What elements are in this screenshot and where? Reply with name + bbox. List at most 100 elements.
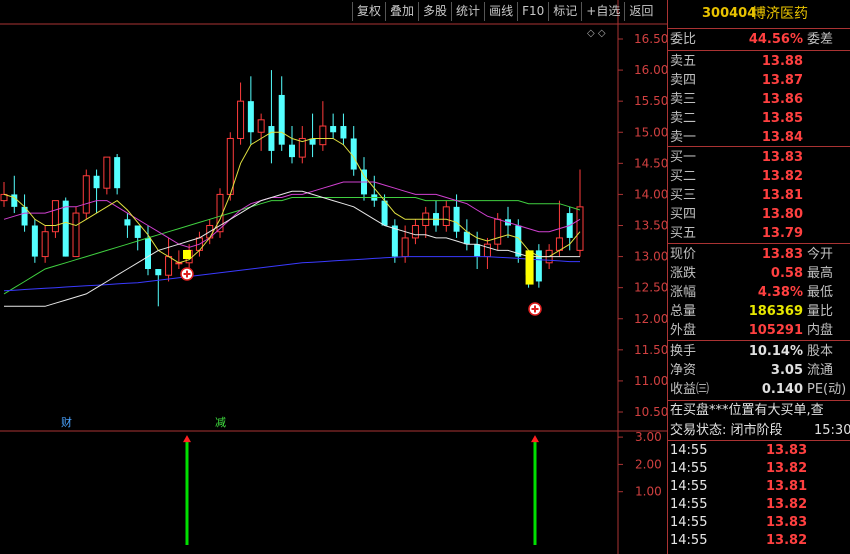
stat-label-2: 最高 (807, 266, 834, 281)
stat-label: 涨跌 (670, 266, 697, 281)
ask-label: 卖一 (670, 130, 697, 145)
ask-price: 13.84 (761, 130, 803, 145)
tick-row: 14:55 13.83 (670, 442, 850, 460)
candle-body (401, 237, 409, 258)
alert-message: 在买盘***位置有大买单,查 (670, 403, 824, 418)
kline-chart[interactable]: 16.50 16.00 15.50 15.00 14.50 14.00 13.50 13.00… (0, 0, 667, 554)
bid-price: 13.81 (761, 188, 803, 203)
ask-row[interactable]: 卖五 13.88 (670, 52, 850, 71)
price-tick-label: 13.00 (634, 250, 667, 264)
ask-price: 13.85 (761, 111, 803, 126)
highlight-marker (525, 250, 534, 285)
price-tick-label: 15.50 (634, 94, 667, 108)
stat-row: 净资 3.05 流通 (670, 361, 850, 380)
candle-body (257, 119, 265, 133)
ask-label: 卖三 (670, 92, 697, 107)
price-tick-label: 16.50 (634, 32, 667, 46)
ask-price: 13.86 (761, 92, 803, 107)
stat-value: 4.38% (757, 285, 803, 300)
mark-button[interactable]: 标记 (548, 2, 581, 21)
weibi-row: 委比 44.56% 委差 (670, 30, 850, 49)
fuquan-button[interactable]: 复权 (352, 2, 385, 21)
ask-row[interactable]: 卖一 13.84 (670, 128, 850, 147)
candle-body (381, 200, 388, 226)
stat-row: 涨跌 0.58 最高 (670, 264, 850, 283)
candle-body (103, 156, 111, 189)
reduce-badge[interactable]: 减 (214, 416, 227, 429)
stat-row: 外盘 105291 内盘 (670, 321, 850, 340)
price-tick-label: 11.50 (634, 343, 667, 357)
bid-row[interactable]: 买四 13.80 (670, 205, 850, 224)
ask-row[interactable]: 卖三 13.86 (670, 90, 850, 109)
tick-price: 13.83 (766, 515, 808, 530)
candle-body (134, 225, 141, 238)
stat-row: 现价 13.83 今开 (670, 245, 850, 264)
candle-body (483, 243, 491, 258)
bid-price: 13.80 (761, 207, 803, 222)
price-tick-label: 12.50 (634, 281, 667, 295)
signal-arrow-icon (183, 435, 191, 443)
stat-row: 换手 10.14% 股本 (670, 342, 850, 361)
highlight-marker (183, 250, 191, 259)
diamond-icon[interactable]: ◇ ◇ (587, 28, 606, 39)
bid-row[interactable]: 买一 13.83 (670, 148, 850, 167)
stock-header: 300404 博济医药 (668, 0, 850, 28)
ask-label: 卖四 (670, 73, 697, 88)
stat-label-2: 最低 (807, 285, 834, 300)
candle-body (391, 225, 398, 257)
stat-label: 现价 (670, 247, 697, 262)
candle-body (340, 126, 347, 139)
statistics-button[interactable]: 统计 (451, 2, 484, 21)
trade-status-label: 交易状态: 闭市阶段 (670, 423, 783, 438)
ask-row[interactable]: 卖二 13.85 (670, 109, 850, 128)
candle-body (442, 206, 450, 227)
candle-body (165, 256, 173, 276)
stat-value: 10.14% (748, 344, 803, 359)
candle-body (247, 101, 254, 133)
tick-price: 13.81 (766, 479, 808, 494)
stat-label: 外盘 (670, 323, 697, 338)
draw-line-button[interactable]: 画线 (484, 2, 517, 21)
candle-body (155, 269, 162, 276)
stat-label: 收益㈢ (670, 382, 710, 397)
multi-stock-button[interactable]: 多股 (418, 2, 451, 21)
tick-time: 14:55 (670, 443, 708, 458)
candle-body (237, 100, 245, 139)
ask-price: 13.88 (761, 54, 803, 69)
candle-body (11, 194, 18, 207)
tick-time: 14:55 (670, 515, 708, 530)
add-watchlist-button[interactable]: +自选 (581, 2, 624, 21)
bid-row[interactable]: 买三 13.81 (670, 186, 850, 205)
ask-row[interactable]: 卖四 13.87 (670, 71, 850, 90)
stat-value: 186369 (748, 304, 803, 319)
bid-label: 买四 (670, 207, 697, 222)
tick-row: 14:55 13.82 (670, 460, 850, 478)
bid-row[interactable]: 买五 13.79 (670, 224, 850, 243)
overlay-button[interactable]: 叠加 (385, 2, 418, 21)
tick-row: 14:55 13.81 (670, 478, 850, 496)
finance-badge[interactable]: 财 (60, 416, 73, 429)
ma-white-line (4, 190, 580, 307)
quote-panel: 300404 博济医药 委比 44.56% 委差 卖五 13.88 卖四 13.87 卖… (667, 0, 850, 554)
stat-label: 总量 (670, 304, 697, 319)
stat-label-2: PE(动) (807, 382, 847, 397)
stat-label-2: 流通 (807, 363, 834, 378)
price-tick-label: 11.00 (634, 374, 667, 388)
f10-button[interactable]: F10 (517, 2, 548, 21)
bid-price: 13.83 (761, 150, 803, 165)
tick-row: 14:55 13.82 (670, 496, 850, 514)
price-tick-label: 13.50 (634, 219, 667, 233)
back-button[interactable]: 返回 (624, 2, 657, 21)
bid-row[interactable]: 买二 13.82 (670, 167, 850, 186)
stat-label-2: 内盘 (807, 323, 834, 338)
price-tick-label: 16.00 (634, 63, 667, 77)
signal-arrow-icon (531, 435, 539, 443)
price-tick-label: 12.00 (634, 312, 667, 326)
tick-price: 13.82 (766, 533, 808, 548)
stat-label: 净资 (670, 363, 697, 378)
indicator-tick-label: 2.00 (635, 457, 662, 471)
tick-row: 14:55 13.82 (670, 532, 850, 550)
candle-body (289, 144, 295, 158)
candle-body (31, 225, 38, 257)
candle-body (51, 200, 59, 233)
